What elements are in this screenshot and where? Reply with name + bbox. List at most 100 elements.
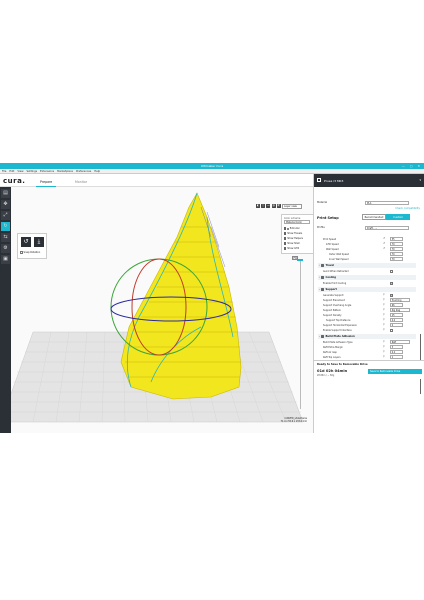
menu-help[interactable]: Help [94, 170, 100, 173]
reset-rotation-icon[interactable]: ↺ [21, 237, 31, 247]
menu-extensions[interactable]: Extensions [40, 170, 54, 173]
left-toolbar: ▤ ✥ ⤢ ↻ ⇆ ⚙ ▣ [0, 187, 11, 433]
support-placement-dropdown[interactable]: Touching Build... [390, 298, 410, 306]
color-scheme-panel: Color scheme Material Color Extruder Sho… [281, 214, 313, 254]
recommended-mode-button[interactable]: Recommended [362, 214, 386, 220]
support-interface-checkbox[interactable] [390, 328, 393, 332]
reset-icon[interactable]: ↺ [383, 242, 386, 246]
window-controls[interactable]: — ▢ ✕ [402, 164, 422, 168]
support-blocker-icon[interactable]: ▣ [1, 255, 10, 264]
menu-settings[interactable]: Settings [26, 170, 37, 173]
link-icon: ⚲ [383, 318, 385, 321]
menu-marketplace[interactable]: Marketplace [57, 170, 73, 173]
printer-selector[interactable]: Prusa i3 MK3 ▾ [314, 174, 424, 187]
color-scheme-dropdown[interactable]: Material Color [284, 220, 310, 224]
support-density-label: Support Density [323, 313, 342, 317]
adhesion-icon [321, 335, 324, 338]
legend-travels[interactable]: Show Travels [284, 232, 302, 235]
raft-margin-input[interactable]: 3 [390, 345, 403, 349]
rotate-tool-icon[interactable]: ↻ [1, 222, 10, 231]
wall-speed-input[interactable]: 70 [390, 247, 403, 251]
menu-preferences[interactable]: Preferences [76, 170, 91, 173]
support-expansion-label: Support Horizontal Expansion [323, 323, 358, 327]
setting-inner-wall-speed: Inner Wall Speed 70 [329, 257, 424, 262]
layer-slider-track[interactable] [300, 259, 301, 409]
extruder-label: Extruder [289, 227, 300, 230]
menu-edit[interactable]: Edit [9, 170, 14, 173]
view-type-dropdown[interactable]: Layer view [281, 204, 302, 209]
move-tool-icon[interactable]: ✥ [1, 200, 10, 209]
3d-viewport[interactable]: ◧ ▢ ▭ ◨ ◩ Layer view Color scheme Materi… [11, 187, 313, 433]
category-support[interactable]: ⌄ Support [318, 287, 416, 292]
right-settings-panel: Prusa i3 MK3 ▾ Material PLA Check compat… [313, 174, 424, 433]
link-icon: ⚲ [383, 350, 385, 353]
view-front-icon[interactable]: ▢ [261, 204, 266, 209]
infill-speed-input[interactable]: 70 [390, 242, 403, 246]
raft-air-gap-input[interactable]: 0.2 [390, 350, 403, 354]
legend-extruder[interactable]: Extruder [284, 227, 300, 230]
outer-wall-speed-input[interactable]: 70 [390, 252, 403, 256]
support-expansion-input[interactable]: 0 [390, 323, 403, 327]
setting-support-top-distance: Support Top Distance ⚲ 0.2 [326, 318, 422, 323]
save-to-removable-drive-button[interactable]: Save to Removable Drive [368, 369, 422, 374]
raft-top-layers-input[interactable]: 1 [390, 355, 403, 359]
print-speed-input[interactable]: 55 [390, 237, 403, 241]
open-file-icon[interactable]: ▤ [1, 189, 10, 198]
cooling-fan-icon [321, 276, 324, 279]
layer-number-field[interactable]: 751 [292, 256, 298, 260]
snap-rotation-checkbox[interactable] [20, 251, 23, 254]
overhang-angle-input[interactable]: 66 [390, 303, 403, 307]
snap-rotation-option[interactable]: Snap Rotation [20, 251, 40, 254]
category-build-plate-adhesion[interactable]: ⌄ Build Plate Adhesion [318, 334, 416, 339]
scale-tool-icon[interactable]: ⤢ [1, 211, 10, 220]
category-cooling[interactable]: › Cooling [318, 275, 416, 280]
infill-checkbox[interactable] [284, 247, 287, 250]
lay-flat-icon[interactable]: ⤓ [34, 237, 44, 247]
view-toolbar: ◧ ▢ ▭ ◨ ◩ Layer view [256, 204, 302, 209]
support-pattern-dropdown[interactable]: Zig Zag [390, 308, 410, 312]
mirror-tool-icon[interactable]: ⇆ [1, 233, 10, 242]
support-density-input[interactable]: 15 [390, 313, 403, 317]
cura-window: Ultimaker Cura — ▢ ✕ File Edit View Sett… [0, 163, 424, 433]
view-left-icon[interactable]: ◨ [271, 204, 276, 209]
view-top-icon[interactable]: ▭ [266, 204, 271, 209]
extruder-checkbox[interactable] [284, 227, 287, 230]
shell-checkbox[interactable] [284, 242, 287, 245]
tab-monitor[interactable]: Monitor [75, 180, 87, 184]
custom-mode-button[interactable]: Custom [386, 214, 410, 220]
setting-support-horizontal-expansion: Support Horizontal Expansion ⚲ 0 [323, 323, 419, 328]
helpers-checkbox[interactable] [284, 237, 287, 240]
inner-wall-speed-input[interactable]: 70 [390, 257, 403, 261]
per-model-settings-icon[interactable]: ⚙ [1, 244, 10, 253]
material-usage: 28.86m / ~ 86g [317, 374, 335, 377]
cura-logo: cura. [3, 177, 26, 185]
reset-icon[interactable]: ↺ [383, 247, 386, 251]
travels-checkbox[interactable] [284, 232, 287, 235]
enable-cooling-checkbox[interactable]: ✓ [390, 281, 393, 285]
link-icon: ⚲ [383, 313, 385, 316]
setting-enable-print-cooling: Enable Print Cooling ✓ [323, 281, 419, 286]
legend-helpers[interactable]: Show Helpers [284, 237, 303, 240]
link-icon: ⚲ [383, 308, 385, 311]
adhesion-type-label: Build Plate Adhesion Type [323, 340, 353, 344]
material-dropdown[interactable]: PLA [365, 200, 409, 205]
legend-shell[interactable]: Show Shell [284, 242, 300, 245]
category-travel[interactable]: › Travel [318, 263, 416, 268]
legend-infill[interactable]: Show Infill [284, 247, 299, 250]
printer-dropdown-icon[interactable]: ▾ [419, 178, 421, 182]
menu-view[interactable]: View [17, 170, 23, 173]
support-top-distance-input[interactable]: 0.2 [390, 318, 403, 322]
profile-dropdown[interactable]: Draft - ... [365, 225, 409, 230]
print-setup-title: Print Setup [317, 216, 339, 220]
reset-icon[interactable]: ↺ [383, 237, 386, 241]
check-compatibility-link[interactable]: Check compatibility [395, 207, 420, 210]
avoid-retracted-label: Avoid When Retracted [323, 269, 349, 273]
tab-prepare[interactable]: Prepare [35, 180, 57, 187]
support-placement-label: Support Placement [323, 298, 345, 302]
view-right-icon[interactable]: ◩ [276, 204, 281, 209]
avoid-retracted-checkbox[interactable] [390, 269, 393, 273]
adhesion-type-dropdown[interactable]: Raft [390, 340, 410, 344]
view-3d-icon[interactable]: ◧ [256, 204, 260, 209]
generate-support-checkbox[interactable]: ✓ [390, 293, 393, 297]
menu-file[interactable]: File [2, 170, 6, 173]
